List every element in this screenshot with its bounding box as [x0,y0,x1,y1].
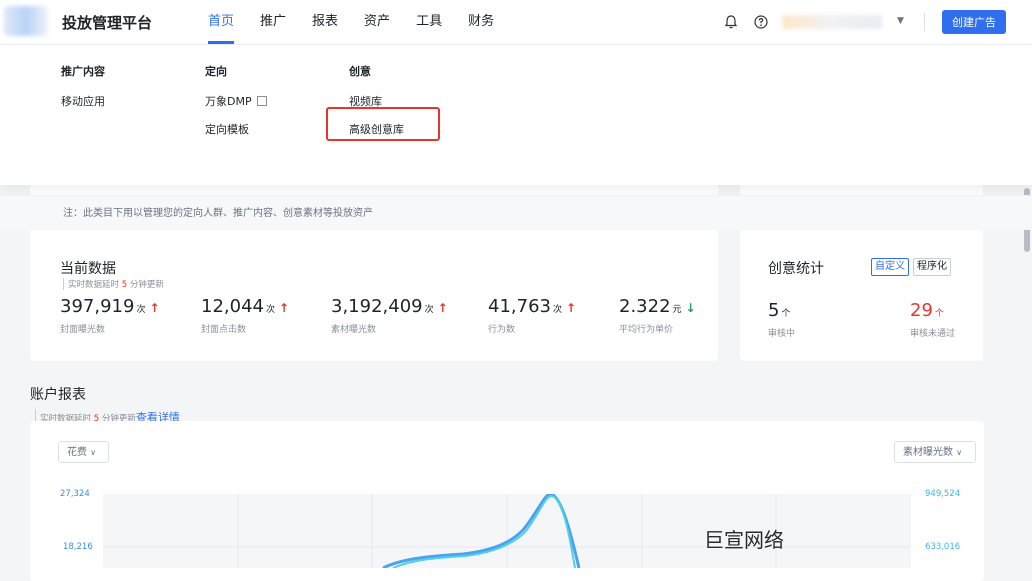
menu-column-targeting: 定向 万象DMP 定向模板 [205,63,267,151]
tab-programmatic[interactable]: 程序化 [913,258,951,276]
metric-unit: 元 [672,305,682,315]
nav-assets[interactable]: 资产 [364,0,390,44]
stat-unit: 个 [934,309,944,319]
metric-value: 397,919 [60,296,135,317]
metric-actions: 41,763 次 ↑ 行为数 [488,296,576,335]
external-link-icon [256,96,267,106]
menu-link-mobile-app[interactable]: 移动应用 [61,95,105,123]
chevron-down-icon: ∨ [956,448,963,457]
metric-unit: 次 [265,305,275,315]
select-value: 花费 [67,447,87,458]
nav-home[interactable]: 首页 [208,0,234,44]
arrow-up-icon: ↑ [566,301,577,315]
bell-icon[interactable] [723,14,739,30]
stat-value: 5 [768,300,780,321]
top-navbar: 投放管理平台 首页 推广 报表 资产 工具 财务 ▼ 创建广告 [0,0,1032,45]
user-account-info[interactable] [782,15,882,29]
metric-material-impressions: 3,192,409 次 ↑ 素材曝光数 [331,296,448,335]
home-dropdown-menu: 推广内容 移动应用 定向 万象DMP 定向模板 创意 视频库 高级创意库 注：此… [0,45,1032,230]
tab-custom[interactable]: 自定义 [871,258,909,276]
metric-unit: 次 [424,305,434,315]
menu-column-title: 创意 [349,65,371,78]
stat-under-review: 5个 审核中 [768,300,795,339]
creative-stats-card [740,229,983,361]
report-chart [103,494,911,568]
metric-cover-impressions: 397,919 次 ↑ 封面曝光数 [60,296,160,335]
creative-stats-title: 创意统计 [768,261,824,277]
current-data-card [30,229,718,361]
note-number: 5 [121,280,128,290]
stat-label: 审核中 [768,329,796,339]
left-axis-tick: 27,324 [60,489,90,499]
right-metric-select[interactable]: 素材曝光数 ∨ [894,441,976,463]
main-nav: 首页 推广 报表 资产 工具 财务 [208,0,520,44]
stat-value: 29 [910,300,933,321]
stat-unit: 个 [781,309,791,319]
metric-unit: 次 [552,305,562,315]
metric-cover-clicks: 12,044 次 ↑ 封面点击数 [201,296,289,335]
arrow-up-icon: ↑ [149,301,160,315]
metric-label: 封面点击数 [201,325,247,335]
metric-label: 封面曝光数 [60,325,106,335]
stat-rejected: 29 个 审核未通过 [910,300,955,339]
menu-link-label: 万象DMP [205,95,252,108]
arrow-up-icon: ↑ [279,301,290,315]
metric-value: 2.322 [619,296,671,317]
chevron-down-icon[interactable]: ▼ [897,16,904,26]
highlight-box [326,107,440,141]
metric-value: 3,192,409 [331,296,423,317]
arrow-down-icon: ↓ [685,301,696,315]
select-value: 素材曝光数 [903,447,953,458]
note-text: 实时数据延时 [68,280,120,290]
arrow-up-icon: ↑ [437,301,448,315]
app-title: 投放管理平台 [62,14,153,32]
current-data-title: 当前数据 [60,261,116,277]
create-ad-button[interactable]: 创建广告 [942,10,1006,34]
active-tab-indicator [208,41,234,44]
menu-link-dmp[interactable]: 万象DMP [205,95,267,123]
realtime-note: 实时数据延时 5 分钟更新 [63,278,164,290]
menu-column-title: 推广内容 [61,65,105,78]
logo [4,6,48,36]
menu-note: 注：此类目下用以管理您的定向人群、推广内容、创意素材等投放资产 [0,195,1032,230]
left-metric-select[interactable]: 花费 ∨ [58,441,109,463]
metric-label: 平均行为单价 [619,325,674,335]
metric-avg-action-price: 2.322 元 ↓ 平均行为单价 [619,296,696,335]
metric-label: 行为数 [488,325,516,335]
nav-reports[interactable]: 报表 [312,0,338,44]
chevron-down-icon: ∨ [90,448,97,457]
nav-tools[interactable]: 工具 [416,0,442,44]
note-text: 分钟更新 [129,280,164,290]
menu-link-targeting-template[interactable]: 定向模板 [205,123,267,151]
menu-column-promo-content: 推广内容 移动应用 [61,63,105,123]
metric-value: 41,763 [488,296,551,317]
metric-unit: 次 [136,305,146,315]
stat-label: 审核未通过 [910,329,956,339]
nav-finance[interactable]: 财务 [468,0,494,44]
right-axis-tick: 633,016 [925,542,961,552]
nav-promotion[interactable]: 推广 [260,0,286,44]
divider [924,13,925,31]
watermark: 巨宣网络 [704,528,784,552]
menu-column-title: 定向 [205,65,227,78]
metric-value: 12,044 [201,296,264,317]
metric-label: 素材曝光数 [331,325,377,335]
help-icon[interactable] [753,14,769,30]
left-axis-tick: 18,216 [63,542,93,552]
account-report-title: 账户报表 [30,387,86,403]
right-axis-tick: 949,524 [925,489,961,499]
